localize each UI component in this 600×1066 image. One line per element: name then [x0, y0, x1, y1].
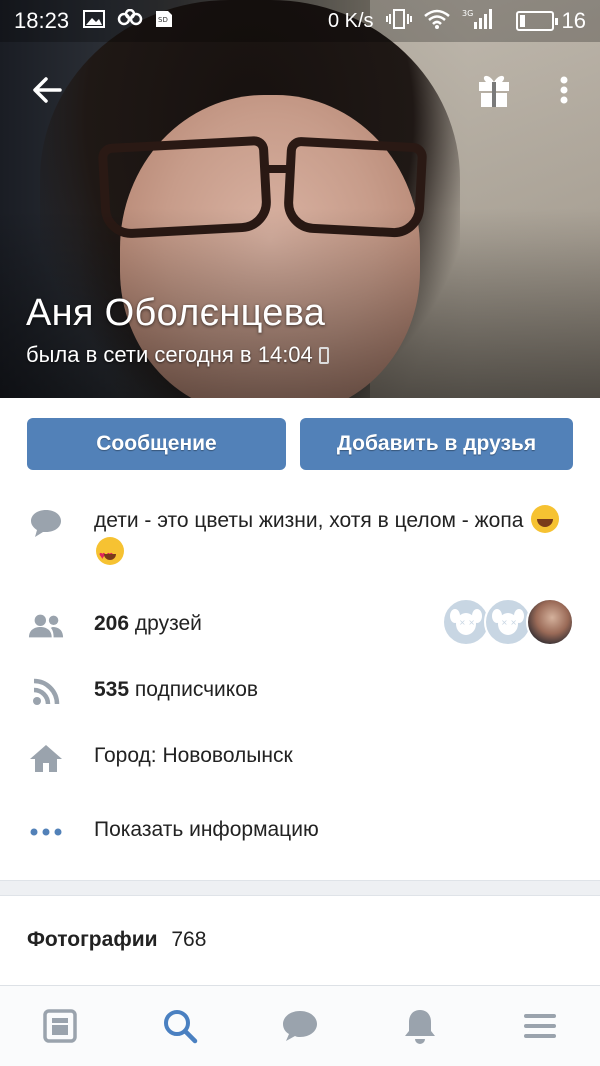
followers-label: подписчиков — [134, 678, 259, 701]
cover-glasses-bridge — [262, 165, 292, 173]
heart-eyes-emoji-icon — [96, 537, 124, 572]
about-row: дети - это цветы жизни, хотя в целом - ж… — [0, 505, 600, 575]
battery-percent: 16 — [561, 8, 586, 33]
wifi-icon — [423, 9, 450, 34]
mobile-device-icon — [318, 346, 329, 364]
nav-menu[interactable] — [480, 986, 600, 1066]
news-feed-icon — [43, 1009, 77, 1043]
status-bar: 18:23 SD 0 K/s 3G 16 — [0, 0, 600, 42]
photos-section-header[interactable]: Фотографии 768 — [27, 928, 206, 952]
nav-messages[interactable] — [240, 986, 360, 1066]
back-button[interactable] — [26, 68, 70, 112]
photos-label: Фотографии — [27, 928, 158, 951]
arrow-left-icon — [33, 77, 62, 103]
messages-icon — [283, 1011, 317, 1041]
more-vertical-icon — [560, 76, 568, 104]
gift-button[interactable] — [472, 68, 516, 112]
more-options-button[interactable] — [546, 68, 582, 112]
profile-name: Аня Оболєнцева — [26, 292, 326, 334]
ellipsis-icon — [28, 814, 64, 850]
battery-fill — [519, 15, 525, 27]
gift-icon — [479, 75, 509, 107]
friends-label: друзей — [134, 612, 202, 635]
friend-avatar[interactable]: × × — [484, 598, 532, 646]
friends-icon — [28, 608, 64, 644]
about-status: дети - это цветы жизни, хотя в целом - ж… — [94, 509, 524, 532]
search-icon — [164, 1010, 198, 1044]
gallery-notification-icon — [83, 9, 106, 33]
add-friend-button[interactable]: Добавить в друзья — [300, 418, 573, 470]
svg-text:SD: SD — [158, 16, 168, 24]
battery-icon — [515, 11, 558, 31]
nav-notifications[interactable] — [360, 986, 480, 1066]
nav-search[interactable] — [120, 986, 240, 1066]
sd-card-notification-icon: SD — [155, 10, 173, 33]
laughing-tears-emoji-icon — [531, 505, 560, 533]
show-info-link[interactable]: Показать информацию — [94, 814, 319, 846]
deactivated-dog-icon: × × — [450, 609, 482, 635]
followers-count: 535 — [94, 678, 130, 701]
status-time: 18:23 — [14, 8, 70, 33]
hamburger-menu-icon — [524, 1014, 556, 1038]
vk-notification-icon — [117, 8, 143, 34]
section-divider — [0, 880, 600, 896]
last-seen-text: была в сети сегодня в 14:04 — [26, 342, 313, 367]
followers-text: 535 подписчиков — [94, 674, 258, 706]
bottom-navigation — [0, 985, 600, 1066]
friends-count: 206 — [94, 612, 130, 635]
followers-row[interactable]: 535 подписчиков — [0, 674, 600, 710]
deactivated-dog-icon: × × — [492, 609, 524, 635]
svg-text:× ×: × × — [501, 618, 517, 627]
profile-toolbar — [0, 60, 600, 120]
bell-icon — [405, 1010, 435, 1044]
speech-bubble-icon — [28, 505, 64, 541]
photos-count: 768 — [171, 928, 207, 951]
last-seen-status: была в сети сегодня в 14:04 — [26, 342, 329, 368]
signal-icon: 3G — [462, 8, 494, 35]
message-button[interactable]: Сообщение — [27, 418, 286, 470]
friends-avatars[interactable]: × × × × — [442, 598, 574, 646]
svg-text:3G: 3G — [462, 9, 473, 18]
rss-icon — [28, 674, 64, 710]
about-text: дети - это цветы жизни, хотя в целом - ж… — [94, 505, 564, 572]
vibrate-icon — [385, 8, 412, 35]
home-icon — [28, 740, 64, 776]
show-info-row[interactable]: Показать информацию — [0, 814, 600, 850]
city-text: Город: Нововолынск — [94, 744, 293, 767]
friend-avatar[interactable]: × × — [442, 598, 490, 646]
network-speed: 0 K/s — [327, 9, 374, 32]
friends-text: 206 друзей — [94, 608, 202, 640]
svg-text:× ×: × × — [459, 618, 475, 627]
nav-news[interactable] — [0, 986, 120, 1066]
city-row: Город: Нововолынск — [0, 740, 600, 776]
friend-avatar-photo[interactable] — [526, 598, 574, 646]
